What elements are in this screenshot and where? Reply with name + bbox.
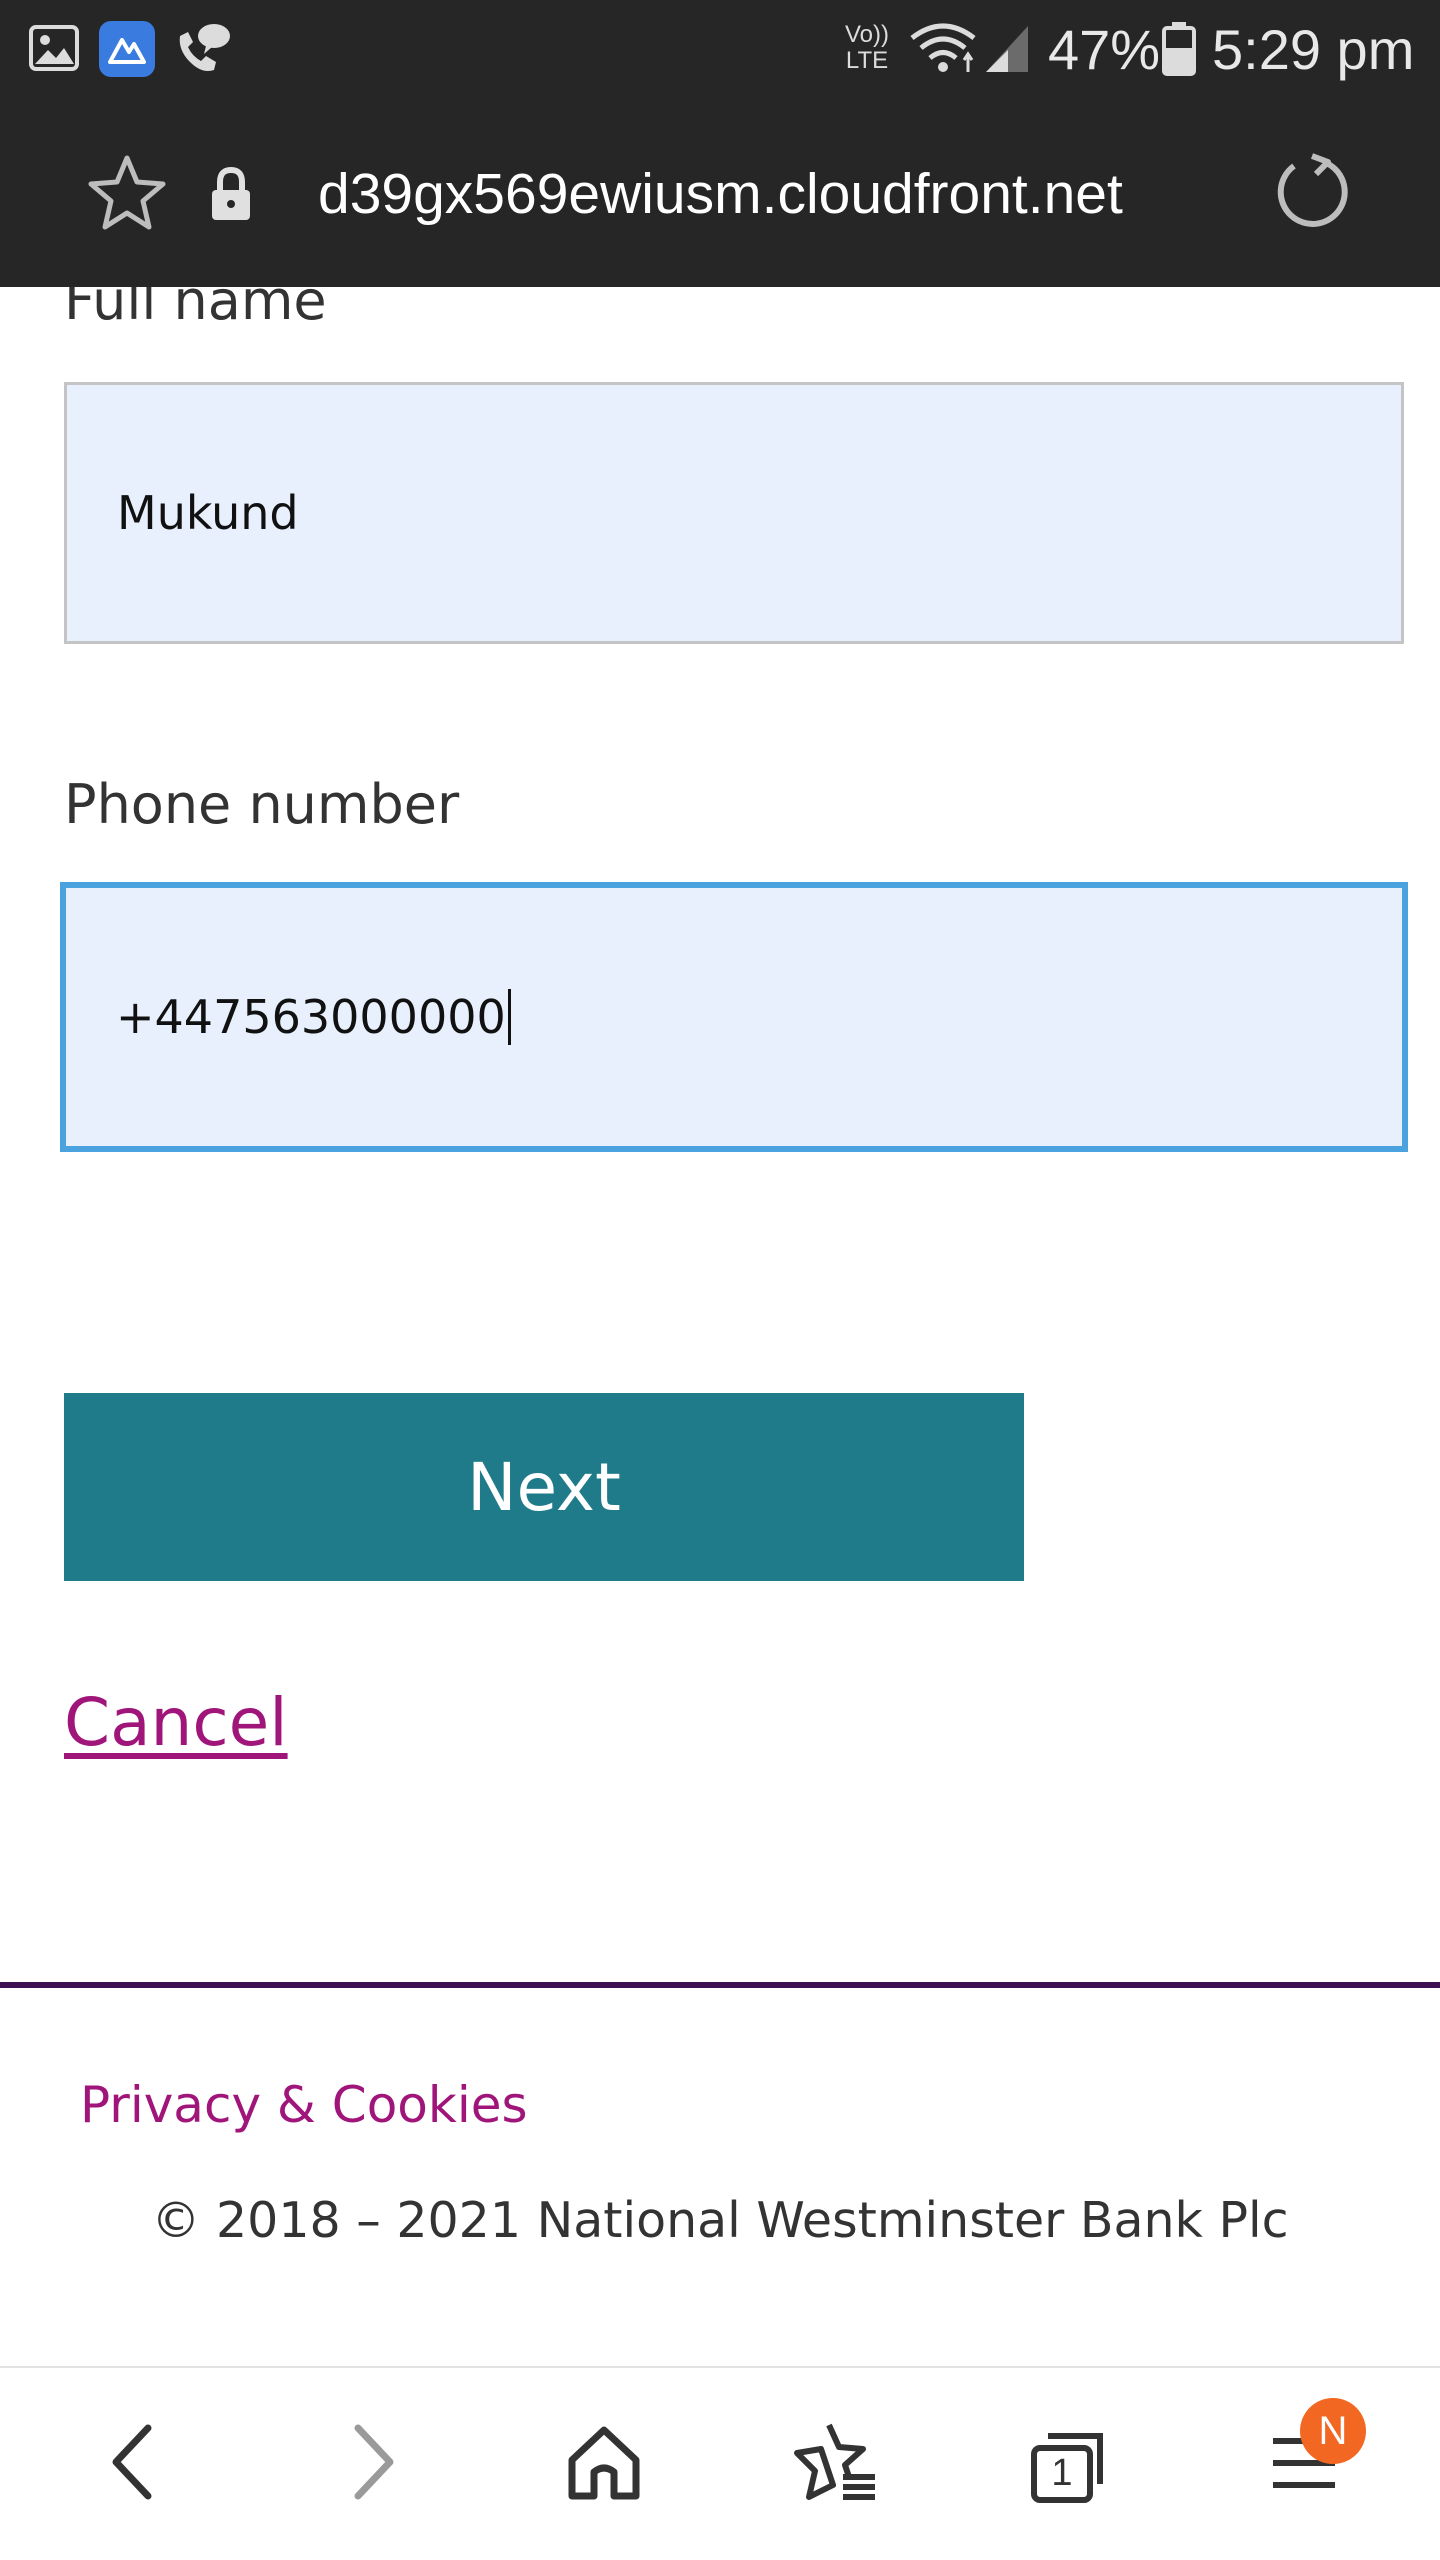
clock: 5:29 pm [1212, 18, 1415, 81]
tabs-button[interactable]: 1 [1008, 2404, 1128, 2524]
volte-label-bottom: LTE [845, 47, 889, 74]
back-arrow-icon [104, 2422, 164, 2506]
next-button[interactable]: Next [64, 1393, 1024, 1581]
phone-number-label: Phone number [64, 773, 460, 836]
signal-icon [982, 22, 1032, 74]
tabs-icon: 1 [1026, 2422, 1110, 2506]
url-text[interactable]: d39gx569ewiusm.cloudfront.net [318, 166, 1123, 223]
home-button[interactable] [544, 2404, 664, 2524]
full-name-field[interactable]: Mukund [64, 382, 1404, 644]
gallery-notification-icon [28, 22, 80, 74]
phone-number-value: +447563000000 [116, 990, 506, 1044]
call-message-notification-icon [172, 20, 232, 76]
bookmarks-button[interactable] [776, 2404, 896, 2524]
battery-percent: 47% [1048, 18, 1161, 81]
battery-icon [1162, 22, 1196, 76]
bookmarks-star-list-icon [793, 2419, 879, 2509]
volte-label-top: Vo)) [844, 21, 889, 48]
tabs-count: 1 [1051, 2452, 1073, 2494]
next-button-label: Next [467, 1448, 621, 1526]
back-button[interactable] [74, 2404, 194, 2524]
reload-icon[interactable] [1272, 152, 1352, 232]
menu-notification-badge: N [1300, 2398, 1366, 2464]
cancel-link[interactable]: Cancel [64, 1690, 288, 1756]
text-cursor [507, 989, 511, 1045]
lock-icon [208, 166, 254, 222]
browser-top-bar: Vo)) LTE 47% 5:29 pm d39gx569ewiusm.clou… [0, 0, 1440, 287]
home-icon [564, 2422, 644, 2506]
copyright-text: © 2018 – 2021 National Westminster Bank … [151, 2192, 1289, 2249]
forward-arrow-icon [342, 2422, 402, 2506]
privacy-cookies-link[interactable]: Privacy & Cookies [80, 2080, 528, 2130]
footer-divider [0, 1982, 1440, 1988]
volte-indicator: Vo)) LTE [840, 22, 894, 74]
wifi-icon [908, 20, 978, 76]
bookmark-star-icon[interactable] [86, 152, 168, 234]
full-name-value: Mukund [117, 486, 299, 540]
browser-bottom-nav: 1 N [0, 2366, 1440, 2560]
forward-button[interactable] [312, 2404, 432, 2524]
phone-number-field[interactable]: +447563000000 [60, 882, 1408, 1152]
app-notification-icon [98, 20, 156, 78]
